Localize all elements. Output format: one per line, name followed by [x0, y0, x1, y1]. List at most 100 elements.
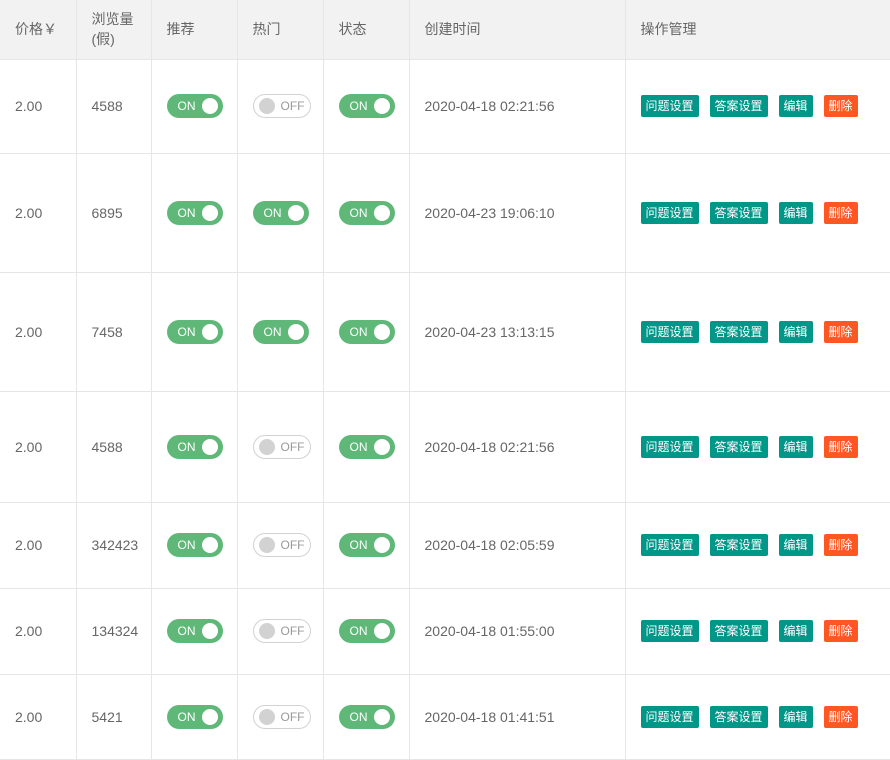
status-cell: ON — [322, 673, 410, 760]
actions-cell: 问题设置 答案设置 编辑 删除 — [624, 673, 890, 760]
question-settings-button[interactable]: 问题设置 — [640, 320, 699, 343]
hot-switch[interactable]: OFF — [252, 94, 311, 118]
hot-cell: OFF — [236, 587, 324, 675]
header-views: 浏览量(假) — [75, 0, 152, 60]
table-row: 2.00 7458 ON ON ON 2020-04-23 13:13:15 问… — [0, 271, 890, 392]
table-row: 2.00 342423 ON OFF ON 2020-04-18 02:05:5… — [0, 501, 890, 589]
table-row: 2.00 5421 ON OFF ON 2020-04-18 01:41:51 … — [0, 673, 890, 760]
answer-settings-button[interactable]: 答案设置 — [709, 705, 768, 728]
status-cell: ON — [322, 58, 410, 154]
actions-cell: 问题设置 答案设置 编辑 删除 — [624, 58, 890, 154]
actions-cell: 问题设置 答案设置 编辑 删除 — [624, 587, 890, 675]
recommend-cell: ON — [150, 587, 238, 675]
recommend-switch[interactable]: ON — [166, 200, 223, 225]
recommend-cell: ON — [150, 501, 238, 589]
delete-button[interactable]: 删除 — [823, 705, 858, 728]
question-settings-button[interactable]: 问题设置 — [640, 620, 699, 642]
recommend-switch[interactable]: ON — [166, 619, 223, 643]
status-cell: ON — [322, 390, 410, 503]
edit-button[interactable]: 编辑 — [778, 705, 813, 728]
created-cell: 2020-04-18 02:21:56 — [408, 390, 626, 503]
recommend-switch[interactable]: ON — [166, 704, 223, 729]
actions-cell: 问题设置 答案设置 编辑 删除 — [624, 390, 890, 503]
question-settings-button[interactable]: 问题设置 — [640, 435, 699, 458]
data-table: 价格￥ 浏览量(假) 推荐 热门 状态 创建时间 操作管理 2.00 4588 … — [0, 0, 890, 760]
status-cell: ON — [322, 271, 410, 392]
recommend-cell: ON — [150, 673, 238, 760]
recommend-cell: ON — [150, 390, 238, 503]
table-row: 2.00 134324 ON OFF ON 2020-04-18 01:55:0… — [0, 587, 890, 675]
answer-settings-button[interactable]: 答案设置 — [709, 435, 768, 458]
hot-cell: ON — [236, 152, 324, 273]
views-cell: 5421 — [75, 673, 152, 760]
hot-cell: OFF — [236, 673, 324, 760]
header-status: 状态 — [322, 0, 410, 60]
question-settings-button[interactable]: 问题设置 — [640, 95, 699, 117]
recommend-switch[interactable]: ON — [166, 319, 223, 344]
views-cell: 6895 — [75, 152, 152, 273]
price-cell: 2.00 — [0, 152, 77, 273]
header-hot: 热门 — [236, 0, 324, 60]
views-cell: 342423 — [75, 501, 152, 589]
created-cell: 2020-04-23 13:13:15 — [408, 271, 626, 392]
header-price: 价格￥ — [0, 0, 77, 60]
status-cell: ON — [322, 501, 410, 589]
created-cell: 2020-04-18 01:41:51 — [408, 673, 626, 760]
delete-button[interactable]: 删除 — [823, 534, 858, 556]
price-cell: 2.00 — [0, 271, 77, 392]
edit-button[interactable]: 编辑 — [778, 435, 813, 458]
hot-cell: OFF — [236, 501, 324, 589]
question-settings-button[interactable]: 问题设置 — [640, 534, 699, 556]
price-cell: 2.00 — [0, 587, 77, 675]
hot-switch[interactable]: OFF — [252, 434, 311, 459]
created-cell: 2020-04-18 02:05:59 — [408, 501, 626, 589]
edit-button[interactable]: 编辑 — [778, 201, 813, 224]
delete-button[interactable]: 删除 — [823, 201, 858, 224]
answer-settings-button[interactable]: 答案设置 — [709, 320, 768, 343]
created-cell: 2020-04-18 02:21:56 — [408, 58, 626, 154]
recommend-cell: ON — [150, 271, 238, 392]
answer-settings-button[interactable]: 答案设置 — [709, 201, 768, 224]
hot-switch[interactable]: OFF — [252, 704, 311, 729]
delete-button[interactable]: 删除 — [823, 620, 858, 642]
status-switch[interactable]: ON — [338, 200, 395, 225]
hot-switch[interactable]: ON — [252, 200, 309, 225]
hot-cell: OFF — [236, 390, 324, 503]
status-switch[interactable]: ON — [338, 94, 395, 118]
delete-button[interactable]: 删除 — [823, 320, 858, 343]
recommend-switch[interactable]: ON — [166, 533, 223, 557]
recommend-cell: ON — [150, 58, 238, 154]
edit-button[interactable]: 编辑 — [778, 95, 813, 117]
edit-button[interactable]: 编辑 — [778, 320, 813, 343]
status-cell: ON — [322, 152, 410, 273]
status-switch[interactable]: ON — [338, 704, 395, 729]
hot-switch[interactable]: OFF — [252, 619, 311, 643]
views-cell: 4588 — [75, 390, 152, 503]
hot-switch[interactable]: ON — [252, 319, 309, 344]
table-row: 2.00 4588 ON OFF ON 2020-04-18 02:21:56 … — [0, 58, 890, 154]
header-recommend: 推荐 — [150, 0, 238, 60]
views-cell: 4588 — [75, 58, 152, 154]
price-cell: 2.00 — [0, 673, 77, 760]
edit-button[interactable]: 编辑 — [778, 620, 813, 642]
table-header: 价格￥ 浏览量(假) 推荐 热门 状态 创建时间 操作管理 — [0, 0, 890, 60]
status-switch[interactable]: ON — [338, 434, 395, 459]
hot-switch[interactable]: OFF — [252, 533, 311, 557]
delete-button[interactable]: 删除 — [823, 95, 858, 117]
actions-cell: 问题设置 答案设置 编辑 删除 — [624, 501, 890, 589]
delete-button[interactable]: 删除 — [823, 435, 858, 458]
table-row: 2.00 6895 ON ON ON 2020-04-23 19:06:10 问… — [0, 152, 890, 273]
status-switch[interactable]: ON — [338, 319, 395, 344]
answer-settings-button[interactable]: 答案设置 — [709, 620, 768, 642]
status-switch[interactable]: ON — [338, 533, 395, 557]
actions-cell: 问题设置 答案设置 编辑 删除 — [624, 271, 890, 392]
answer-settings-button[interactable]: 答案设置 — [709, 534, 768, 556]
question-settings-button[interactable]: 问题设置 — [640, 201, 699, 224]
recommend-switch[interactable]: ON — [166, 434, 223, 459]
price-cell: 2.00 — [0, 501, 77, 589]
edit-button[interactable]: 编辑 — [778, 534, 813, 556]
question-settings-button[interactable]: 问题设置 — [640, 705, 699, 728]
recommend-switch[interactable]: ON — [166, 94, 223, 118]
answer-settings-button[interactable]: 答案设置 — [709, 95, 768, 117]
status-switch[interactable]: ON — [338, 619, 395, 643]
